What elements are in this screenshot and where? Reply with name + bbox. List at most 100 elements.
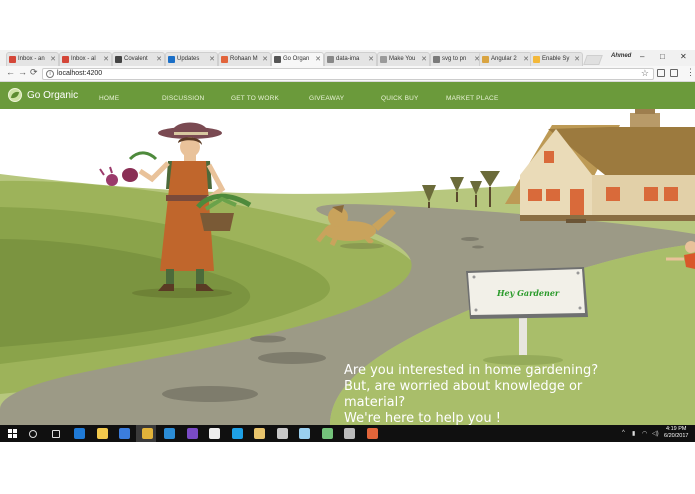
tab-label: Angular 2	[491, 56, 517, 62]
bookmark-icon	[533, 56, 540, 63]
store-icon[interactable]	[119, 428, 130, 439]
page-icon	[115, 56, 122, 63]
address-bar[interactable]: i localhost:4200 ☆	[42, 68, 654, 80]
road-puddle	[258, 352, 326, 364]
search-icon[interactable]	[29, 430, 37, 438]
terminal-icon[interactable]	[276, 428, 288, 439]
github-icon[interactable]	[209, 428, 220, 439]
visual-studio-icon[interactable]	[186, 428, 198, 439]
forward-arrow-icon[interactable]: →	[18, 67, 27, 77]
site-brand[interactable]: Go Organic	[27, 90, 78, 101]
nav-link-home[interactable]: HOME	[99, 95, 119, 102]
file-explorer-icon[interactable]	[96, 428, 108, 439]
browser-tab-1[interactable]: Inbox - an ✕	[6, 52, 59, 66]
windows-start-icon[interactable]	[8, 429, 17, 438]
info-icon[interactable]: i	[46, 70, 54, 78]
farm-house	[505, 109, 695, 223]
system-clock[interactable]: 4:19 PM 6/20/2017	[664, 426, 688, 440]
tab-label: Covalent	[124, 56, 148, 62]
nav-link-get-to-work[interactable]: GET TO WORK	[231, 95, 279, 102]
tab-label: Inbox - al	[71, 56, 96, 62]
close-icon[interactable]: ✕	[209, 53, 215, 66]
road-puddle	[472, 245, 484, 249]
tab-label: Enable Sy	[542, 56, 570, 62]
edge-icon[interactable]	[74, 428, 85, 439]
nav-link-market-place[interactable]: MARKET PLACE	[446, 95, 499, 102]
hero-headline-line-4: We're here to help you !	[344, 411, 501, 425]
minimize-button[interactable]: –	[640, 52, 644, 61]
task-view-icon[interactable]	[51, 430, 60, 438]
road-puddle	[461, 237, 479, 241]
tab-label: Inbox - an	[18, 56, 45, 62]
browser-tab-10[interactable]: Angular 2 ✕	[479, 52, 532, 66]
browser-tab-8[interactable]: Make You ✕	[377, 52, 430, 66]
visual-studio-code-icon[interactable]	[164, 428, 175, 439]
gitlab-icon	[221, 56, 228, 63]
volume-icon[interactable]: ◁)	[652, 430, 659, 437]
chrome-icon[interactable]	[141, 428, 153, 439]
close-icon[interactable]: ✕	[368, 53, 374, 66]
browser-tab-2[interactable]: Inbox - al ✕	[59, 52, 112, 66]
extension-icon[interactable]	[657, 69, 665, 77]
chrome-2-icon[interactable]	[366, 428, 378, 439]
address-url[interactable]: localhost:4200	[57, 70, 102, 77]
desktop-screenshot: Inbox - an ✕ Inbox - al ✕ Covalent ✕ Update…	[0, 0, 695, 494]
globe-icon	[168, 56, 175, 63]
gmail-icon	[62, 56, 69, 63]
profile-name[interactable]: Ahmed	[611, 53, 631, 59]
browser-tab-3[interactable]: Covalent ✕	[112, 52, 165, 66]
browser-tab-7[interactable]: data-ima ✕	[324, 52, 377, 66]
close-icon[interactable]: ✕	[262, 53, 268, 66]
hero-banner: Hey Gardener Are you interested in home …	[0, 109, 695, 425]
close-icon[interactable]: ✕	[523, 53, 529, 66]
angular-icon	[482, 56, 489, 63]
clock-time: 4:19 PM	[665, 426, 687, 432]
nav-link-quick-buy[interactable]: QUICK BUY	[381, 95, 419, 102]
tab-label: data-ima	[336, 56, 360, 62]
browser-tab-5[interactable]: Rohaan M ✕	[218, 52, 271, 66]
browser-tab-9[interactable]: svg to pn ✕	[430, 52, 483, 66]
leaf-logo-icon[interactable]	[8, 88, 22, 102]
nav-link-discussion[interactable]: DISCUSSION	[162, 95, 204, 102]
tab-label: svg to pn	[442, 56, 467, 62]
clock-date: 6/20/2017	[664, 433, 689, 439]
tray-expand-icon[interactable]: ^	[622, 430, 625, 436]
browser-tab-active[interactable]: Go Organ ✕	[271, 52, 324, 66]
tab-label: Updates	[177, 56, 200, 62]
skype-icon[interactable]	[231, 428, 243, 439]
nav-link-giveaway[interactable]: GIVEAWAY	[309, 95, 344, 102]
page-icon	[433, 56, 440, 63]
page-icon	[274, 56, 281, 63]
sourcetree-icon[interactable]	[321, 428, 333, 439]
close-icon[interactable]: ✕	[574, 53, 580, 66]
gmail-icon	[9, 56, 16, 63]
back-arrow-icon[interactable]: ←	[6, 67, 15, 77]
tab-label: Make You	[389, 56, 416, 62]
hero-headline-line-1: Are you interested in home gardening?	[344, 363, 599, 378]
browser-tab-4[interactable]: Updates ✕	[165, 52, 218, 66]
photos-icon[interactable]	[254, 428, 265, 439]
sign-text: Hey Gardener	[497, 288, 560, 298]
close-window-button[interactable]: ✕	[680, 52, 687, 61]
extension-icon[interactable]	[670, 69, 678, 77]
close-icon[interactable]: ✕	[103, 53, 109, 66]
image-viewer-icon[interactable]	[299, 428, 310, 439]
battery-icon[interactable]: ▮	[632, 430, 635, 437]
close-icon[interactable]: ✕	[50, 53, 56, 66]
reload-icon[interactable]: ⟳	[30, 67, 38, 78]
bookmark-star-icon[interactable]: ☆	[641, 68, 649, 79]
hero-headline-line-3: material?	[344, 395, 406, 410]
close-icon[interactable]: ✕	[421, 53, 427, 66]
settings-icon[interactable]	[344, 428, 355, 439]
document-icon	[327, 56, 334, 63]
leaf-icon	[10, 90, 20, 100]
maximize-button[interactable]: □	[660, 52, 665, 61]
page-icon	[380, 56, 387, 63]
browser-menu-icon[interactable]: ⋮	[686, 67, 695, 78]
browser-tab-11[interactable]: Enable Sy ✕	[530, 52, 583, 66]
road-puddle	[162, 386, 258, 402]
close-icon[interactable]: ✕	[315, 53, 321, 66]
close-icon[interactable]: ✕	[156, 53, 162, 66]
road-puddle	[250, 335, 286, 343]
wifi-icon[interactable]: ◠	[642, 430, 647, 437]
